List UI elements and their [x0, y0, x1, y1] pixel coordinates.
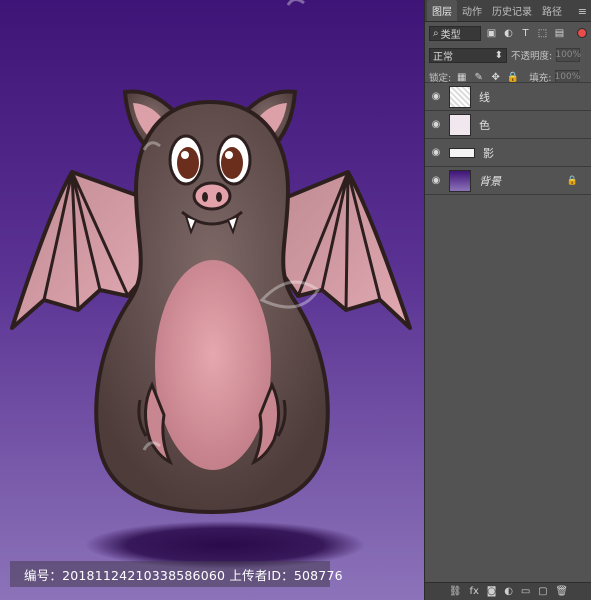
layer-name: 影: [483, 146, 494, 160]
shape-filter-icon[interactable]: ⬚: [536, 27, 549, 40]
new-group-icon[interactable]: ▭: [521, 586, 530, 597]
tab-paths[interactable]: 路径: [537, 0, 567, 21]
tab-layers[interactable]: 图层: [427, 0, 457, 21]
snout: [192, 181, 232, 211]
layer-thumbnail: [449, 147, 475, 158]
blend-mode-select[interactable]: 正常 ⬍: [429, 47, 507, 63]
type-filter-icon[interactable]: T: [519, 27, 532, 40]
pixel-filter-icon[interactable]: ▣: [485, 27, 498, 40]
eye-icon[interactable]: ◉: [425, 119, 447, 130]
layer-thumbnail: [449, 85, 471, 108]
eye-icon[interactable]: ◉: [425, 91, 447, 102]
bat-belly: [155, 260, 271, 470]
add-mask-icon[interactable]: ◙: [487, 586, 497, 597]
bat-illustration: [10, 0, 412, 569]
lock-icon: 🔒: [566, 175, 578, 186]
layer-thumbnail: [449, 169, 471, 192]
new-layer-icon[interactable]: ▢: [538, 586, 547, 597]
eye-icon[interactable]: ◉: [425, 175, 447, 186]
adjustment-filter-icon[interactable]: ◐: [502, 27, 515, 40]
layer-row-lines[interactable]: ◉ 线: [425, 83, 591, 111]
layer-row-color[interactable]: ◉ 色: [425, 111, 591, 139]
layers-panel: 图层 动作 历史记录 路径 ≡ ⌕ 类型 ▣ ◐ T ⬚ ▤ 正常 ⬍ 不透明度…: [424, 0, 591, 600]
layer-name: 背景: [479, 174, 501, 188]
right-eye: [216, 134, 252, 186]
filter-toggle[interactable]: [577, 28, 587, 38]
tab-history[interactable]: 历史记录: [487, 0, 537, 21]
left-eye: [168, 134, 204, 186]
link-layers-icon[interactable]: ⛓: [449, 586, 462, 597]
adjustment-layer-icon[interactable]: ◐: [504, 586, 513, 597]
layer-list: ◉ 线 ◉ 色 ◉ 影 ◉ 背景 🔒: [425, 82, 591, 195]
tab-actions[interactable]: 动作: [457, 0, 487, 21]
layer-thumbnail: [449, 113, 471, 136]
opacity-label: 不透明度:: [511, 51, 553, 62]
delete-layer-icon[interactable]: 🗑: [555, 586, 568, 597]
upload-caption: 编号：20181124210338586060 上传者ID：508776: [10, 561, 343, 587]
filter-row: ⌕ 类型 ▣ ◐ T ⬚ ▤: [425, 22, 591, 44]
opacity-field[interactable]: 100%: [555, 48, 581, 62]
layer-filter-select[interactable]: ⌕ 类型: [429, 25, 481, 41]
layer-name: 色: [479, 118, 490, 132]
search-icon: ⌕: [433, 27, 439, 39]
panel-tabs: 图层 动作 历史记录 路径 ≡: [425, 0, 591, 22]
chevron-down-icon: ⬍: [494, 49, 503, 61]
layer-actions-bar: ⛓ fx ◙ ◐ ▭ ▢ 🗑: [425, 582, 591, 600]
document-canvas[interactable]: 编号：20181124210338586060 上传者ID：508776: [0, 0, 424, 600]
panel-menu-icon[interactable]: ≡: [578, 5, 587, 21]
layer-name: 线: [479, 90, 490, 104]
blend-row: 正常 ⬍ 不透明度: 100%: [425, 44, 591, 66]
eye-icon[interactable]: ◉: [425, 147, 447, 158]
layer-row-shadow[interactable]: ◉ 影: [425, 139, 591, 167]
layer-row-background[interactable]: ◉ 背景 🔒: [425, 167, 591, 195]
fx-icon[interactable]: fx: [469, 586, 478, 597]
smart-object-filter-icon[interactable]: ▤: [553, 27, 566, 40]
